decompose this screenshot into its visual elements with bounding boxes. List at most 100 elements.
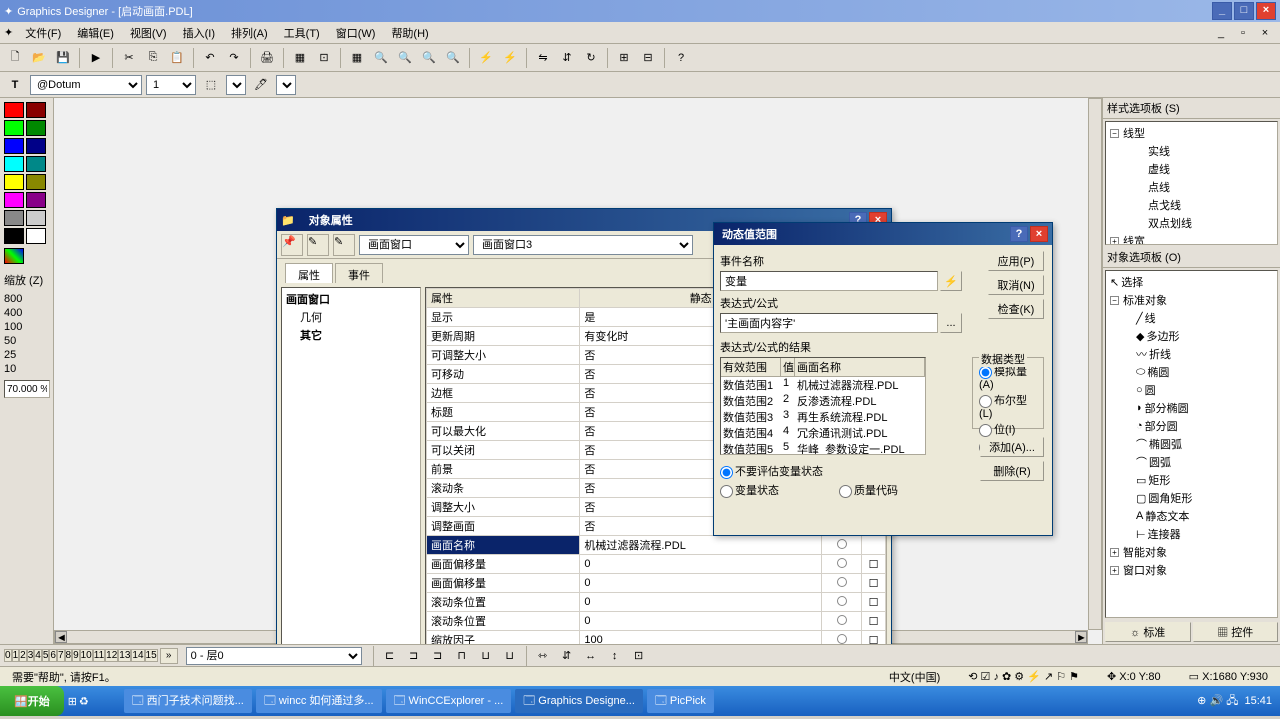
dist-h-icon[interactable]: ⇿ xyxy=(532,645,554,667)
color-darkred[interactable] xyxy=(26,102,46,118)
start-button[interactable]: 🪟 开始 xyxy=(0,686,64,716)
dyn-dialog-help[interactable]: ? xyxy=(1010,226,1028,242)
radio-bit[interactable]: 位(I) xyxy=(979,421,1037,437)
prop-row[interactable]: 画面名称机械过滤器流程.PDL xyxy=(427,536,886,555)
style-dot[interactable]: 点线 xyxy=(1108,178,1275,196)
obj-connector[interactable]: ⊢ 连接器 xyxy=(1108,525,1275,543)
quicklaunch-icon[interactable]: ⊞ xyxy=(68,695,77,708)
collapse-icon[interactable]: − xyxy=(1110,296,1119,305)
expr-browse-button[interactable]: ... xyxy=(940,313,962,333)
redo-icon[interactable]: ↷ xyxy=(223,47,245,69)
layer-13[interactable]: 13 xyxy=(118,649,131,662)
tree-geom[interactable]: 几何 xyxy=(284,308,418,326)
prop-row[interactable]: 画面偏移量0☐ xyxy=(427,555,886,574)
style-dashdotdot[interactable]: 双点划线 xyxy=(1108,214,1275,232)
align-right-icon[interactable]: ⊐ xyxy=(427,645,449,667)
obj-apply-icon[interactable]: ✎ xyxy=(333,234,355,256)
color-gray[interactable] xyxy=(4,210,24,226)
style-solid[interactable]: 实线 xyxy=(1108,142,1275,160)
menu-help[interactable]: 帮助(H) xyxy=(383,23,436,43)
menu-tools[interactable]: 工具(T) xyxy=(276,23,328,43)
prop-row[interactable]: 缩放因子100☐ xyxy=(427,631,886,645)
std-objects[interactable]: 标准对象 xyxy=(1123,292,1167,308)
color-purple[interactable] xyxy=(26,192,46,208)
align-top-icon[interactable]: ⊓ xyxy=(451,645,473,667)
radio-noeval[interactable]: 不要评估变量状态 xyxy=(720,466,823,478)
style-dash[interactable]: 虚线 xyxy=(1108,160,1275,178)
color-lightgray[interactable] xyxy=(26,210,46,226)
dyn-dialog-close[interactable]: × xyxy=(1030,226,1048,242)
layer-combo[interactable]: 0 - 层0 xyxy=(186,647,362,665)
range-row[interactable]: 数值范围11机械过滤器流程.PDL xyxy=(721,377,925,393)
zoomin-icon[interactable]: 🔍 xyxy=(370,47,392,69)
font-name-select[interactable]: @Dotum xyxy=(30,75,142,95)
layer-1[interactable]: 1 xyxy=(12,649,20,662)
object-panel[interactable]: ↖ 选择 −标准对象 ╱ 线 ◆ 多边形 〰 折线 ⬭ 椭圆 ○ 圆 ◗ 部分椭… xyxy=(1105,270,1278,618)
layer-more[interactable]: » xyxy=(160,648,178,664)
same-size-icon[interactable]: ⊡ xyxy=(628,645,650,667)
task-item[interactable]: 🗔 西门子技术问题找... xyxy=(124,689,252,713)
rotate-icon[interactable]: ↻ xyxy=(580,47,602,69)
mdi-restore[interactable]: ▫ xyxy=(1232,22,1254,44)
cancel-button[interactable]: 取消(N) xyxy=(988,275,1044,295)
color-red[interactable] xyxy=(4,102,24,118)
obj-polyline[interactable]: 〰 折线 xyxy=(1108,345,1275,363)
task-item[interactable]: 🗔 WinCCExplorer - ... xyxy=(386,689,512,713)
layer-2[interactable]: 2 xyxy=(19,649,27,662)
radio-analog[interactable]: 模拟量(A) xyxy=(979,363,1037,391)
linetype-label[interactable]: 线型 xyxy=(1123,125,1145,141)
menu-file[interactable]: 文件(F) xyxy=(17,23,69,43)
new-icon[interactable]: 🗋 xyxy=(4,47,26,69)
style-panel[interactable]: −线型 实线 虚线 点线 点戈线 双点划线 +线宽 +线端样式 xyxy=(1105,121,1278,245)
range-row[interactable]: 数值范围22反渗透流程.PDL xyxy=(721,393,925,409)
zoom100-icon[interactable]: 🔍 xyxy=(442,47,464,69)
obj-type-combo[interactable]: 画面窗口 xyxy=(359,235,469,255)
snap-icon[interactable]: ⊡ xyxy=(313,47,335,69)
event-name-input[interactable] xyxy=(720,271,938,291)
layer-7[interactable]: 7 xyxy=(57,649,65,662)
grid-icon[interactable]: ▦ xyxy=(289,47,311,69)
obj-rect[interactable]: ▭ 矩形 xyxy=(1108,471,1275,489)
expr-input[interactable] xyxy=(720,313,938,333)
radio-varstatus[interactable]: 变量状态 xyxy=(720,482,779,498)
minimize-button[interactable]: _ xyxy=(1212,2,1232,20)
menu-view[interactable]: 视图(V) xyxy=(122,23,175,43)
tray-icons[interactable]: ⊕ 🔊 🖧 xyxy=(1197,692,1238,711)
maximize-button[interactable]: □ xyxy=(1234,2,1254,20)
color-custom[interactable] xyxy=(4,248,24,264)
quicklaunch-icon[interactable]: ♻ xyxy=(79,695,89,708)
text-icon[interactable]: T xyxy=(4,74,26,96)
system-tray[interactable]: ⊕ 🔊 🖧 15:41 xyxy=(1189,692,1280,711)
range-row[interactable]: 数值范围33再生系统流程.PDL xyxy=(721,409,925,425)
zoomout-icon[interactable]: 🔍 xyxy=(394,47,416,69)
obj-partial-circle[interactable]: ◔ 部分圆 xyxy=(1108,417,1275,435)
mdi-minimize[interactable]: _ xyxy=(1210,22,1232,44)
color-white[interactable] xyxy=(26,228,46,244)
layer-8[interactable]: 8 xyxy=(65,649,73,662)
layer-9[interactable]: 9 xyxy=(72,649,80,662)
obj-tree[interactable]: 画面窗口 几何 其它 xyxy=(281,287,421,644)
color-cyan[interactable] xyxy=(4,156,24,172)
obj-polygon[interactable]: ◆ 多边形 xyxy=(1108,327,1275,345)
same-width-icon[interactable]: ↔ xyxy=(580,645,602,667)
task-item[interactable]: 🗔 wincc 如何通过多... xyxy=(256,689,382,713)
tree-root[interactable]: 画面窗口 xyxy=(284,290,418,308)
range-row[interactable]: 数值范围44冗余通讯测试.PDL xyxy=(721,425,925,441)
menu-arrange[interactable]: 排列(A) xyxy=(223,23,276,43)
obj-name-combo[interactable]: 画面窗口3 xyxy=(473,235,693,255)
copy-icon[interactable]: ⎘ xyxy=(142,47,164,69)
same-height-icon[interactable]: ↕ xyxy=(604,645,626,667)
link2-icon[interactable]: ⚡ xyxy=(499,47,521,69)
obj-select[interactable]: ↖ 选择 xyxy=(1108,273,1275,291)
zoom-input[interactable] xyxy=(4,380,50,398)
tab-events[interactable]: 事件 xyxy=(335,263,383,283)
cut-icon[interactable]: ✂ xyxy=(118,47,140,69)
menu-insert[interactable]: 插入(I) xyxy=(175,23,223,43)
color-darkgreen[interactable] xyxy=(26,120,46,136)
color-yellow[interactable] xyxy=(4,174,24,190)
layer-0[interactable]: 0 xyxy=(4,649,12,662)
align-left-icon[interactable]: ⊏ xyxy=(379,645,401,667)
obj-pin-icon[interactable]: 📌 xyxy=(281,234,303,256)
tree-other[interactable]: 其它 xyxy=(284,326,418,344)
collapse-icon[interactable]: − xyxy=(1110,129,1119,138)
